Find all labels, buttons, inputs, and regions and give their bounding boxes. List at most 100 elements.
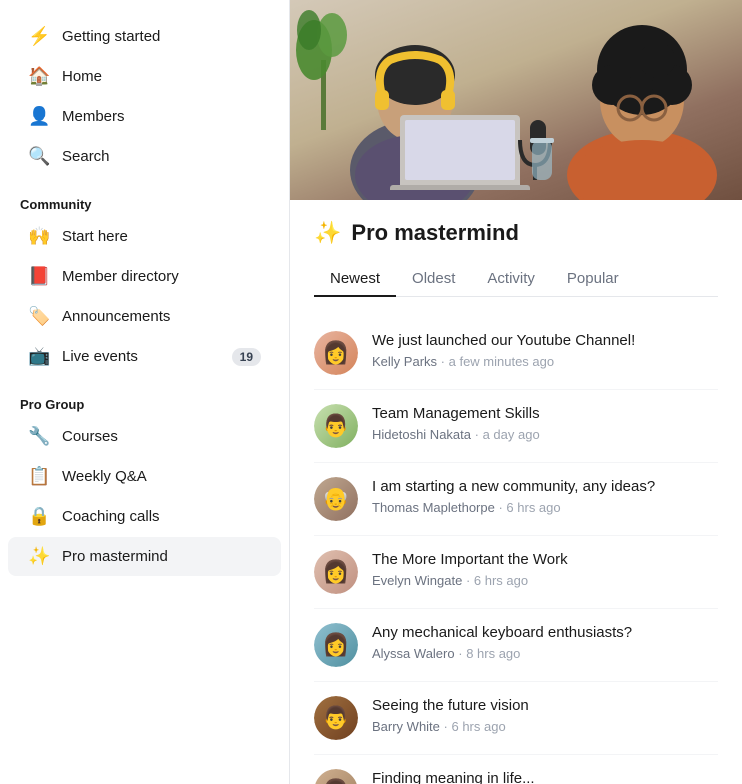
post-separator: · (458, 646, 466, 661)
live-events-badge: 19 (232, 348, 261, 366)
sidebar-item-label: Live events (62, 348, 138, 365)
tab-oldest[interactable]: Oldest (396, 262, 471, 297)
hero-image (290, 0, 742, 200)
hands-icon: 🙌 (28, 226, 50, 247)
sidebar-item-label: Start here (62, 228, 128, 245)
post-separator: · (441, 354, 449, 369)
post-separator: · (466, 573, 474, 588)
sidebar-item-label: Getting started (62, 28, 160, 45)
sidebar-item-member-directory[interactable]: 📕 Member directory (8, 257, 281, 296)
sidebar: ⚡ Getting started 🏠 Home 👤 Members 🔍 Sea… (0, 0, 290, 784)
pro-group-section-label: Pro Group (0, 385, 289, 416)
sidebar-item-coaching-calls[interactable]: 🔒 Coaching calls (8, 497, 281, 536)
avatar: 👩 (314, 331, 358, 375)
post-item[interactable]: 👨 Seeing the future vision Barry White ·… (314, 682, 718, 755)
post-title: Any mechanical keyboard enthusiasts? (372, 623, 718, 643)
clipboard-icon: 📋 (28, 466, 50, 487)
sidebar-item-live-events[interactable]: 📺 Live events 19 (8, 337, 281, 376)
sidebar-community-nav: 🙌 Start here 📕 Member directory 🏷️ Annou… (0, 216, 289, 377)
content-area: ✨ Pro mastermind Newest Oldest Activity … (290, 200, 742, 784)
group-title: Pro mastermind (351, 220, 519, 246)
post-title: Team Management Skills (372, 404, 718, 424)
sidebar-item-search[interactable]: 🔍 Search (8, 137, 281, 176)
members-icon: 👤 (28, 106, 50, 127)
post-time: 6 hrs ago (506, 500, 560, 515)
sidebar-item-home[interactable]: 🏠 Home (8, 57, 281, 96)
post-item[interactable]: 👩 Finding meaning in life... (314, 755, 718, 784)
post-content: We just launched our Youtube Channel! Ke… (372, 331, 718, 369)
sidebar-item-courses[interactable]: 🔧 Courses (8, 417, 281, 456)
sidebar-item-label: Announcements (62, 308, 170, 325)
post-author: Hidetoshi Nakata (372, 427, 471, 442)
wrench-icon: 🔧 (28, 426, 50, 447)
sidebar-item-label: Search (62, 148, 110, 165)
post-content: I am starting a new community, any ideas… (372, 477, 718, 515)
home-icon: 🏠 (28, 66, 50, 87)
lock-icon: 🔒 (28, 506, 50, 527)
tab-popular[interactable]: Popular (551, 262, 635, 297)
avatar: 👩 (314, 550, 358, 594)
post-author: Barry White (372, 719, 440, 734)
sparkle-icon: ✨ (28, 546, 50, 567)
tag-icon: 🏷️ (28, 306, 50, 327)
sidebar-item-pro-mastermind[interactable]: ✨ Pro mastermind (8, 537, 281, 576)
sidebar-item-label: Pro mastermind (62, 548, 168, 565)
post-time: 6 hrs ago (474, 573, 528, 588)
post-author: Thomas Maplethorpe (372, 500, 495, 515)
group-icon: ✨ (314, 220, 341, 246)
sidebar-item-label: Coaching calls (62, 508, 160, 525)
tv-icon: 📺 (28, 346, 50, 367)
sidebar-item-announcements[interactable]: 🏷️ Announcements (8, 297, 281, 336)
sidebar-item-getting-started[interactable]: ⚡ Getting started (8, 17, 281, 56)
post-time: a day ago (483, 427, 540, 442)
sidebar-pro-group-nav: 🔧 Courses 📋 Weekly Q&A 🔒 Coaching calls … (0, 416, 289, 577)
group-header: ✨ Pro mastermind (314, 220, 718, 246)
post-time: a few minutes ago (449, 354, 555, 369)
post-title: Finding meaning in life... (372, 769, 718, 784)
post-title: I am starting a new community, any ideas… (372, 477, 718, 497)
avatar: 👩 (314, 623, 358, 667)
post-title: Seeing the future vision (372, 696, 718, 716)
post-content: The More Important the Work Evelyn Winga… (372, 550, 718, 588)
community-section-label: Community (0, 185, 289, 216)
laptop-decoration (390, 110, 530, 190)
post-author: Kelly Parks (372, 354, 437, 369)
sidebar-item-label: Weekly Q&A (62, 468, 147, 485)
tab-newest[interactable]: Newest (314, 262, 396, 297)
tab-activity[interactable]: Activity (471, 262, 551, 297)
post-meta: Alyssa Walero · 8 hrs ago (372, 646, 718, 661)
main-content: ✨ Pro mastermind Newest Oldest Activity … (290, 0, 742, 784)
post-item[interactable]: 👩 The More Important the Work Evelyn Win… (314, 536, 718, 609)
post-content: Seeing the future vision Barry White · 6… (372, 696, 718, 734)
post-author: Alyssa Walero (372, 646, 455, 661)
tab-bar: Newest Oldest Activity Popular (314, 262, 718, 297)
post-content: Team Management Skills Hidetoshi Nakata … (372, 404, 718, 442)
person2-silhouette (552, 0, 732, 200)
glasses-decoration (522, 135, 562, 185)
post-item[interactable]: 👨 Team Management Skills Hidetoshi Nakat… (314, 390, 718, 463)
post-item[interactable]: 👴 I am starting a new community, any ide… (314, 463, 718, 536)
lightning-icon: ⚡ (28, 26, 50, 47)
avatar: 👴 (314, 477, 358, 521)
sidebar-item-start-here[interactable]: 🙌 Start here (8, 217, 281, 256)
post-item[interactable]: 👩 We just launched our Youtube Channel! … (314, 317, 718, 390)
post-title: The More Important the Work (372, 550, 718, 570)
post-meta: Barry White · 6 hrs ago (372, 719, 718, 734)
sidebar-top-nav: ⚡ Getting started 🏠 Home 👤 Members 🔍 Sea… (0, 16, 289, 177)
avatar: 👨 (314, 696, 358, 740)
avatar: 👨 (314, 404, 358, 448)
post-title: We just launched our Youtube Channel! (372, 331, 718, 351)
post-meta: Evelyn Wingate · 6 hrs ago (372, 573, 718, 588)
post-time: 8 hrs ago (466, 646, 520, 661)
search-icon: 🔍 (28, 146, 50, 167)
post-list: 👩 We just launched our Youtube Channel! … (314, 317, 718, 784)
sidebar-item-label: Members (62, 108, 125, 125)
post-meta: Thomas Maplethorpe · 6 hrs ago (372, 500, 718, 515)
post-content: Finding meaning in life... (372, 769, 718, 784)
sidebar-item-weekly-qa[interactable]: 📋 Weekly Q&A (8, 457, 281, 496)
avatar: 👩 (314, 769, 358, 784)
post-item[interactable]: 👩 Any mechanical keyboard enthusiasts? A… (314, 609, 718, 682)
post-meta: Hidetoshi Nakata · a day ago (372, 427, 718, 442)
sidebar-item-members[interactable]: 👤 Members (8, 97, 281, 136)
book-icon: 📕 (28, 266, 50, 287)
